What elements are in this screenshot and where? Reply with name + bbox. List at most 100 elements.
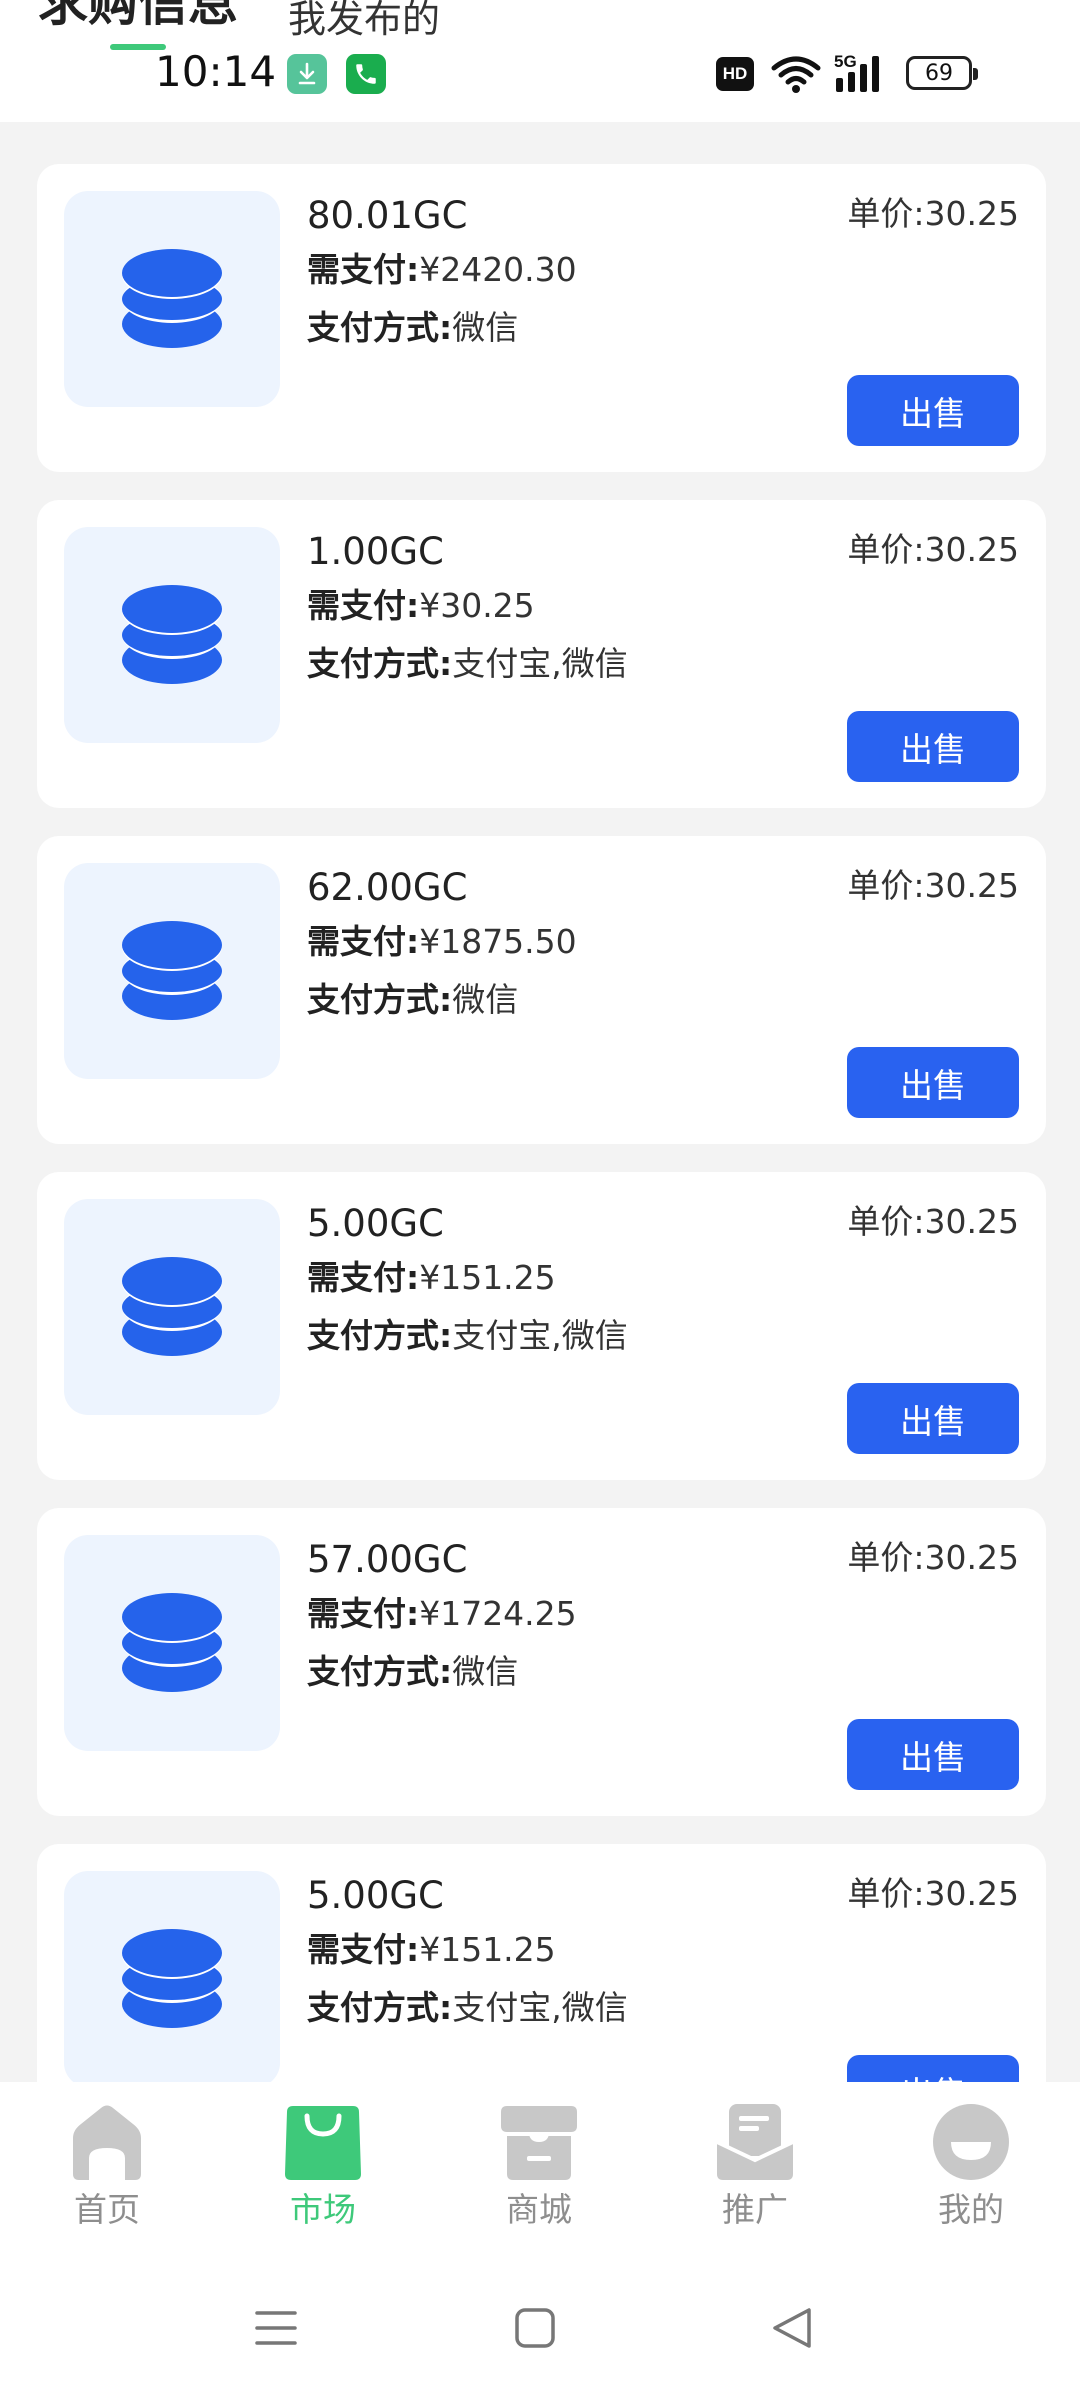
unit-price: 单价:30.25 [847,1536,1019,1580]
unit-value: 30.25 [924,194,1019,233]
method-label: 支付方式: [307,1988,453,2027]
method-row: 支付方式:支付宝,微信 [307,642,628,686]
pay-value: ¥151.25 [419,1930,556,1969]
bottom-nav: 首页 市场 商城 推广 我的 [0,2082,1080,2252]
method-row: 支付方式:支付宝,微信 [307,1314,628,1358]
pay-row: 需支付:¥151.25 [307,1928,556,1972]
order-amount: 62.00GC [307,866,468,909]
shopping-bag-icon [285,2106,361,2180]
unit-label: 单价: [847,1874,925,1913]
unit-label: 单价: [847,1538,925,1577]
unit-value: 30.25 [924,1538,1019,1577]
unit-price: 单价:30.25 [847,192,1019,236]
order-amount: 5.00GC [307,1874,444,1917]
nav-item-promote[interactable]: 推广 [695,2100,815,2240]
top-bar: 求购信息 我发布的 10:14 HD 5G 69 [0,0,1080,122]
download-icon [287,54,327,94]
order-card: 5.00GC 需支付:¥151.25 支付方式:支付宝,微信 单价:30.25 … [37,1844,1046,2082]
sell-button[interactable]: 出售 [847,1047,1019,1118]
method-value: 支付宝,微信 [452,644,628,683]
network-type: 5G [834,52,857,71]
pay-row: 需支付:¥151.25 [307,1256,556,1300]
home-icon [73,2105,141,2180]
battery-icon: 69 [906,56,978,90]
sell-button[interactable]: 出售 [847,711,1019,782]
hd-badge: HD [716,57,754,91]
method-label: 支付方式: [307,1316,453,1355]
tab-my-posts[interactable]: 我发布的 [288,0,440,44]
home-square-icon[interactable] [505,2298,565,2358]
pay-row: 需支付:¥1875.50 [307,920,577,964]
unit-label: 单价: [847,194,925,233]
pay-value: ¥1724.25 [419,1594,577,1633]
back-triangle-icon[interactable] [762,2298,822,2358]
unit-label: 单价: [847,1202,925,1241]
unit-label: 单价: [847,530,925,569]
phone-icon [346,54,386,94]
nav-label-store: 商城 [506,2190,572,2229]
system-nav-bar [0,2252,1080,2400]
nav-item-profile[interactable]: 我的 [911,2100,1031,2240]
order-list[interactable]: 80.01GC 需支付:¥2420.30 支付方式:微信 单价:30.25 出售… [0,122,1080,2082]
unit-price: 单价:30.25 [847,528,1019,572]
signal-icon: 5G [834,52,890,94]
method-value: 微信 [452,308,519,347]
method-row: 支付方式:微信 [307,1650,518,1694]
nav-label-market: 市场 [290,2190,356,2229]
pay-value: ¥30.25 [419,586,535,625]
order-card: 62.00GC 需支付:¥1875.50 支付方式:微信 单价:30.25 出售 [37,836,1046,1144]
pay-row: 需支付:¥2420.30 [307,248,577,292]
nav-label-promote: 推广 [722,2190,788,2229]
order-amount: 80.01GC [307,194,468,237]
order-card: 80.01GC 需支付:¥2420.30 支付方式:微信 单价:30.25 出售 [37,164,1046,472]
pay-label: 需支付: [307,922,420,961]
store-icon [501,2106,577,2180]
unit-label: 单价: [847,866,925,905]
nav-item-home[interactable]: 首页 [47,2100,167,2240]
coin-stack-icon [64,1871,280,2082]
nav-item-market[interactable]: 市场 [263,2100,383,2240]
order-card: 5.00GC 需支付:¥151.25 支付方式:支付宝,微信 单价:30.25 … [37,1172,1046,1480]
method-label: 支付方式: [307,980,453,1019]
coin-stack-icon [64,863,280,1079]
pay-row: 需支付:¥30.25 [307,584,535,628]
coin-stack-icon [64,1199,280,1415]
unit-value: 30.25 [924,530,1019,569]
unit-price: 单价:30.25 [847,864,1019,908]
nav-label-home: 首页 [74,2190,140,2229]
pay-label: 需支付: [307,1594,420,1633]
method-row: 支付方式:微信 [307,306,518,350]
unit-value: 30.25 [924,866,1019,905]
order-card: 1.00GC 需支付:¥30.25 支付方式:支付宝,微信 单价:30.25 出… [37,500,1046,808]
pay-value: ¥2420.30 [419,250,577,289]
method-row: 支付方式:支付宝,微信 [307,1986,628,2030]
sell-button[interactable]: 出售 [847,2055,1019,2082]
coin-stack-icon [64,527,280,743]
order-card: 57.00GC 需支付:¥1724.25 支付方式:微信 单价:30.25 出售 [37,1508,1046,1816]
unit-price: 单价:30.25 [847,1872,1019,1916]
wifi-icon [770,54,822,94]
nav-item-store[interactable]: 商城 [479,2100,599,2240]
coin-stack-icon [64,1535,280,1751]
method-value: 支付宝,微信 [452,1316,628,1355]
sell-button[interactable]: 出售 [847,1719,1019,1790]
coin-stack-icon [64,191,280,407]
pay-value: ¥1875.50 [419,922,577,961]
method-value: 微信 [452,980,519,1019]
order-amount: 5.00GC [307,1202,444,1245]
method-label: 支付方式: [307,308,453,347]
order-amount: 1.00GC [307,530,444,573]
unit-value: 30.25 [924,1874,1019,1913]
unit-price: 单价:30.25 [847,1200,1019,1244]
method-value: 微信 [452,1652,519,1691]
pay-value: ¥151.25 [419,1258,556,1297]
profile-face-icon [933,2104,1009,2180]
menu-icon[interactable] [246,2298,306,2358]
tab-purchase-info[interactable]: 求购信息 [38,0,238,28]
method-label: 支付方式: [307,644,453,683]
pay-label: 需支付: [307,586,420,625]
pay-label: 需支付: [307,1258,420,1297]
sell-button[interactable]: 出售 [847,1383,1019,1454]
pay-row: 需支付:¥1724.25 [307,1592,577,1636]
sell-button[interactable]: 出售 [847,375,1019,446]
